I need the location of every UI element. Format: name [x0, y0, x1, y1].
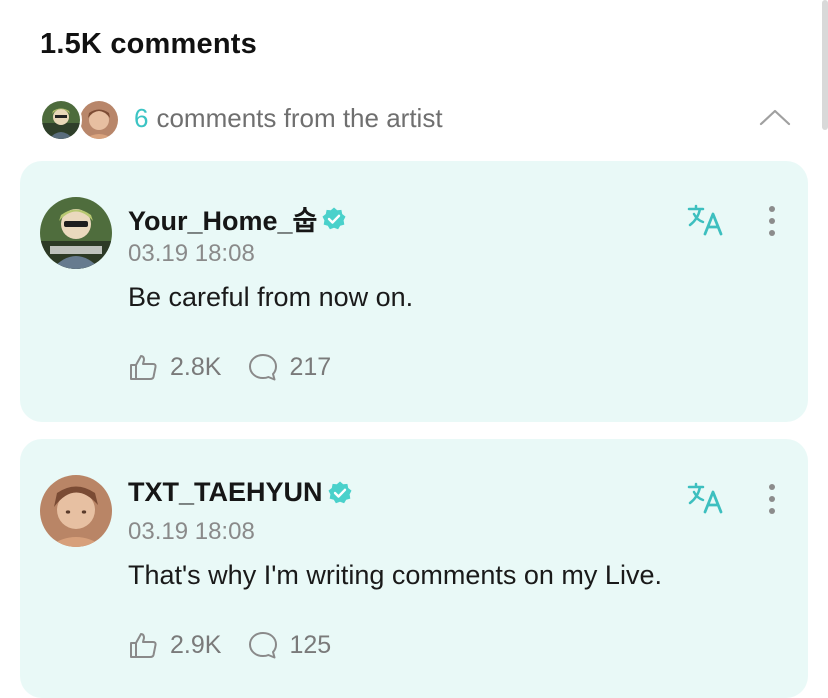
comment-card: TXT_TAEHYUN 03.19 18:08 That's why I'm w… [20, 439, 808, 698]
comment-timestamp: 03.19 18:08 [128, 240, 255, 267]
reply-count: 125 [289, 630, 332, 659]
like-icon[interactable] [128, 351, 160, 383]
reply-icon[interactable] [247, 629, 279, 661]
artist-avatar-2 [78, 99, 120, 141]
like-count: 2.8K [170, 352, 222, 381]
comments-page: 1.5K comments 6 comments from the artist… [0, 0, 828, 698]
like-count: 2.9K [170, 630, 222, 659]
more-options-icon[interactable] [762, 203, 782, 239]
comment-card: Your_Home_숩 03.19 18:08 Be careful from … [20, 161, 808, 422]
avatar[interactable] [40, 197, 112, 269]
comment-actions: 2.9K 125 [128, 629, 331, 661]
verified-badge-icon [322, 207, 346, 229]
comments-count-title: 1.5K comments [40, 28, 257, 60]
verified-badge-icon [328, 481, 352, 503]
translate-icon[interactable] [686, 203, 728, 239]
artist-comments-toggle[interactable]: 6 comments from the artist [40, 96, 796, 141]
artist-avatar-1 [40, 99, 82, 141]
comment-text: That's why I'm writing comments on my Li… [128, 560, 662, 590]
avatar[interactable] [40, 475, 112, 547]
username-row: Your_Home_숩 [128, 199, 347, 238]
username-row: TXT_TAEHYUN [128, 477, 353, 508]
reply-icon[interactable] [247, 351, 279, 383]
more-options-icon[interactable] [762, 481, 782, 517]
chevron-up-icon[interactable] [758, 104, 792, 130]
scrollbar[interactable] [822, 0, 828, 130]
like-icon[interactable] [128, 629, 160, 661]
artist-avatar-stack [40, 96, 122, 141]
comment-actions: 2.8K 217 [128, 351, 331, 383]
reply-count: 217 [289, 352, 332, 381]
artist-comments-label: comments from the artist [156, 102, 443, 133]
username[interactable]: TXT_TAEHYUN [128, 477, 323, 508]
username[interactable]: Your_Home_숩 [128, 199, 317, 238]
comment-text: Be careful from now on. [128, 282, 414, 312]
comment-timestamp: 03.19 18:08 [128, 518, 255, 545]
artist-comments-count: 6 [134, 102, 149, 133]
translate-icon[interactable] [686, 481, 728, 517]
